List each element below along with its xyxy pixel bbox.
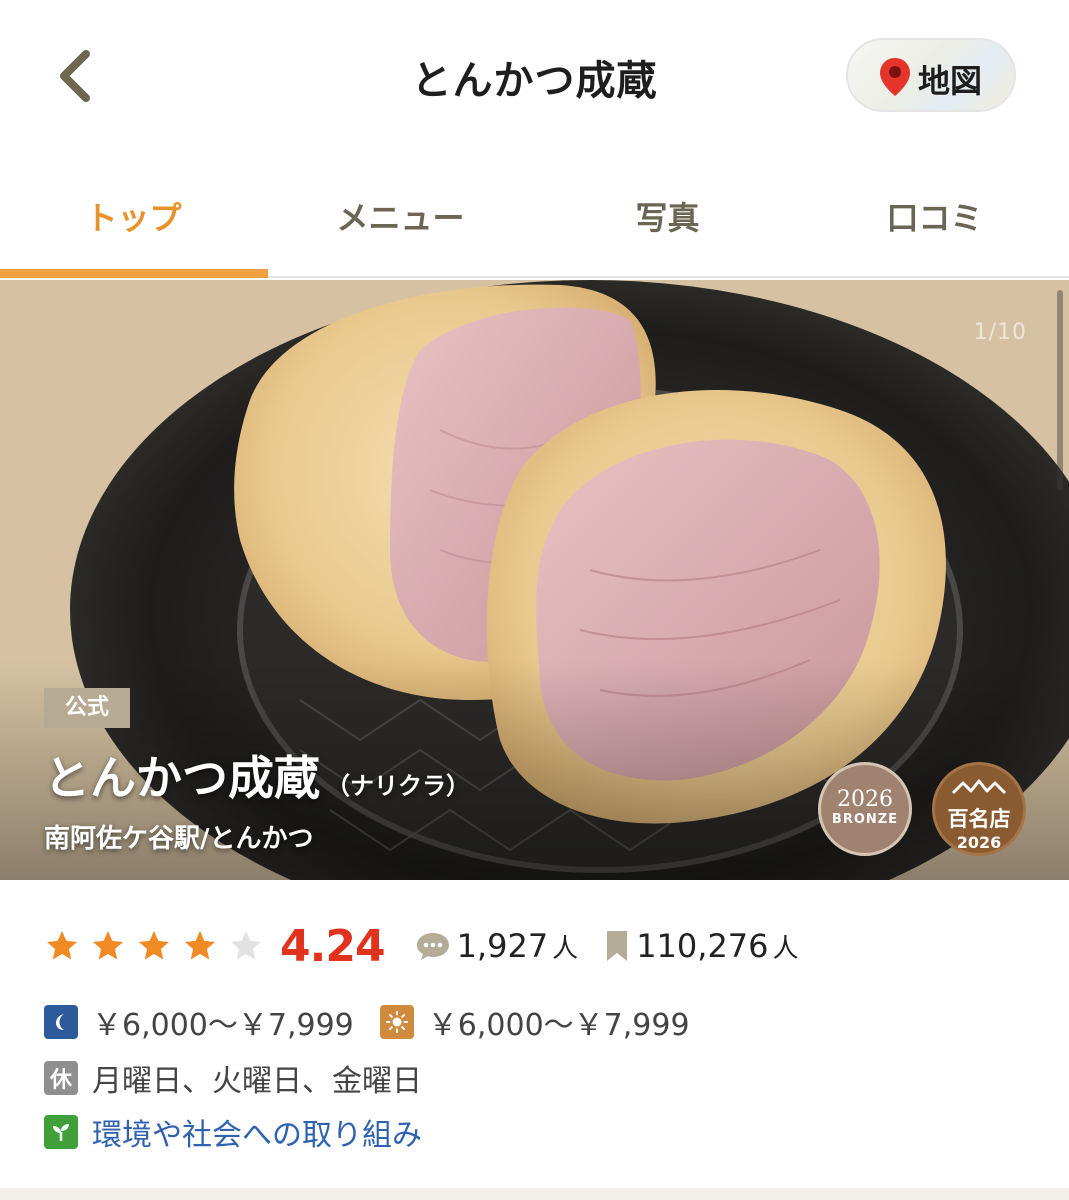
scrollbar[interactable]	[1057, 290, 1063, 490]
tab-reviews[interactable]: 口コミ	[801, 160, 1068, 276]
save-count[interactable]: 110,276 人	[604, 927, 799, 965]
hyakumeiten-badge[interactable]: 百名店 2026	[932, 762, 1026, 856]
official-badge: 公式	[44, 688, 130, 728]
review-count-value: 1,927	[456, 927, 549, 965]
holiday-icon: 休	[44, 1061, 78, 1095]
review-count[interactable]: 1,927 人	[415, 927, 579, 965]
holiday-row: 休 月曜日、火曜日、金曜日	[44, 1056, 422, 1100]
rating-row: 4.24 1,927 人 110,276 人	[44, 918, 825, 974]
sun-icon	[379, 1005, 414, 1039]
bronze-award-label: BRONZE	[831, 812, 899, 827]
hyakumeiten-label: 百名店	[947, 807, 1011, 831]
map-button-label: 地図	[918, 62, 983, 100]
speech-bubble-icon	[416, 933, 449, 960]
bronze-award-year: 2026	[837, 787, 893, 812]
hyakumeiten-year: 2026	[956, 833, 1002, 852]
section-divider	[0, 1188, 1069, 1200]
restaurant-name: とんかつ成蔵 （ナリクラ）	[44, 742, 470, 808]
tab-active-indicator	[0, 269, 268, 278]
restaurant-info: 4.24 1,927 人 110,276 人 ￥6,000～￥7,999 ￥6,…	[0, 880, 1069, 1190]
map-pin-icon	[880, 58, 910, 96]
review-count-unit: 人	[552, 933, 579, 964]
eco-initiatives-link[interactable]: 環境や社会への取り組み	[92, 1110, 422, 1154]
bronze-award-badge[interactable]: 2026 BRONZE	[818, 762, 912, 856]
save-count-unit: 人	[772, 933, 799, 964]
lunch-price: ￥6,000～￥7,999	[427, 1008, 690, 1043]
hero-photo-carousel[interactable]: 1/10 公式 とんかつ成蔵 （ナリクラ） 南阿佐ケ谷駅/とんかつ 2026 BR…	[0, 280, 1069, 880]
tab-photos[interactable]: 写真	[534, 160, 801, 276]
header: とんかつ成蔵 地図	[0, 0, 1069, 160]
map-button[interactable]: 地図	[846, 38, 1016, 112]
tab-bar: トップ メニュー 写真 口コミ	[0, 160, 1069, 278]
restaurant-name-text: とんかつ成蔵	[44, 751, 320, 805]
star-icon	[185, 931, 215, 960]
moon-icon	[44, 1005, 78, 1039]
bookmark-icon	[607, 931, 628, 961]
restaurant-name-kana: （ナリクラ）	[326, 772, 470, 800]
station-genre: 南阿佐ケ谷駅/とんかつ	[44, 824, 314, 854]
star-icon	[47, 931, 77, 960]
star-icon	[139, 931, 169, 960]
holiday-text: 月曜日、火曜日、金曜日	[92, 1064, 422, 1099]
star-icon	[93, 931, 123, 960]
tab-menu[interactable]: メニュー	[267, 160, 534, 276]
sprout-icon	[44, 1115, 78, 1149]
star-empty-icon	[231, 931, 261, 960]
save-count-value: 110,276	[636, 927, 769, 965]
tab-top[interactable]: トップ	[0, 160, 267, 276]
mountain-icon	[951, 779, 1007, 795]
rating-score: 4.24	[280, 920, 386, 972]
price-row: ￥6,000～￥7,999 ￥6,000～￥7,999	[44, 1000, 690, 1044]
dinner-price: ￥6,000～￥7,999	[92, 1008, 354, 1043]
photo-counter: 1/10	[973, 320, 1027, 345]
eco-row: 環境や社会への取り組み	[44, 1110, 422, 1154]
